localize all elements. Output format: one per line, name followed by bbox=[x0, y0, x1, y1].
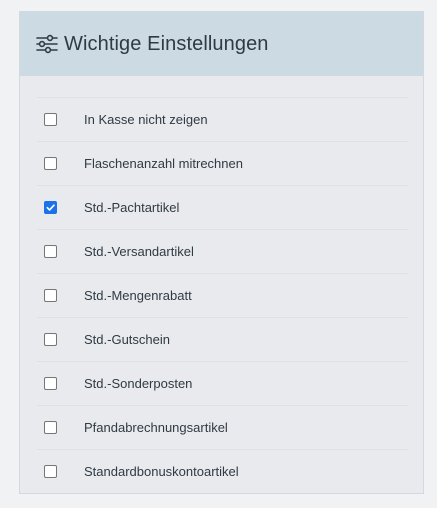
setting-checkbox[interactable] bbox=[44, 377, 57, 390]
settings-list: In Kasse nicht zeigen Flaschenanzahl mit… bbox=[37, 97, 408, 493]
setting-checkbox[interactable] bbox=[44, 289, 57, 302]
sliders-icon bbox=[35, 32, 59, 56]
setting-row: Std.-Mengenrabatt bbox=[37, 273, 408, 317]
settings-panel: Wichtige Einstellungen In Kasse nicht ze… bbox=[19, 11, 424, 494]
setting-label: Std.-Pachtartikel bbox=[84, 200, 180, 215]
setting-checkbox[interactable] bbox=[44, 465, 57, 478]
setting-row: In Kasse nicht zeigen bbox=[37, 97, 408, 141]
setting-row: Standardbonuskontoartikel bbox=[37, 449, 408, 493]
setting-checkbox[interactable] bbox=[44, 245, 57, 258]
setting-label: Standardbonuskontoartikel bbox=[84, 464, 239, 479]
setting-checkbox[interactable] bbox=[44, 333, 57, 346]
setting-checkbox[interactable] bbox=[44, 421, 57, 434]
setting-row: Std.-Sonderposten bbox=[37, 361, 408, 405]
setting-label: Std.-Mengenrabatt bbox=[84, 288, 192, 303]
panel-title: Wichtige Einstellungen bbox=[64, 32, 269, 55]
setting-checkbox[interactable] bbox=[44, 113, 57, 126]
panel-header: Wichtige Einstellungen bbox=[20, 12, 423, 76]
setting-label: Std.-Gutschein bbox=[84, 332, 170, 347]
setting-label: Pfandabrechnungsartikel bbox=[84, 420, 228, 435]
setting-checkbox[interactable] bbox=[44, 157, 57, 170]
setting-label: Std.-Versandartikel bbox=[84, 244, 194, 259]
setting-row: Std.-Gutschein bbox=[37, 317, 408, 361]
setting-label: Std.-Sonderposten bbox=[84, 376, 193, 391]
setting-row: Std.-Pachtartikel bbox=[37, 185, 408, 229]
setting-label: In Kasse nicht zeigen bbox=[84, 112, 208, 127]
setting-row: Std.-Versandartikel bbox=[37, 229, 408, 273]
setting-checkbox[interactable] bbox=[44, 201, 57, 214]
setting-row: Pfandabrechnungsartikel bbox=[37, 405, 408, 449]
setting-label: Flaschenanzahl mitrechnen bbox=[84, 156, 243, 171]
setting-row: Flaschenanzahl mitrechnen bbox=[37, 141, 408, 185]
